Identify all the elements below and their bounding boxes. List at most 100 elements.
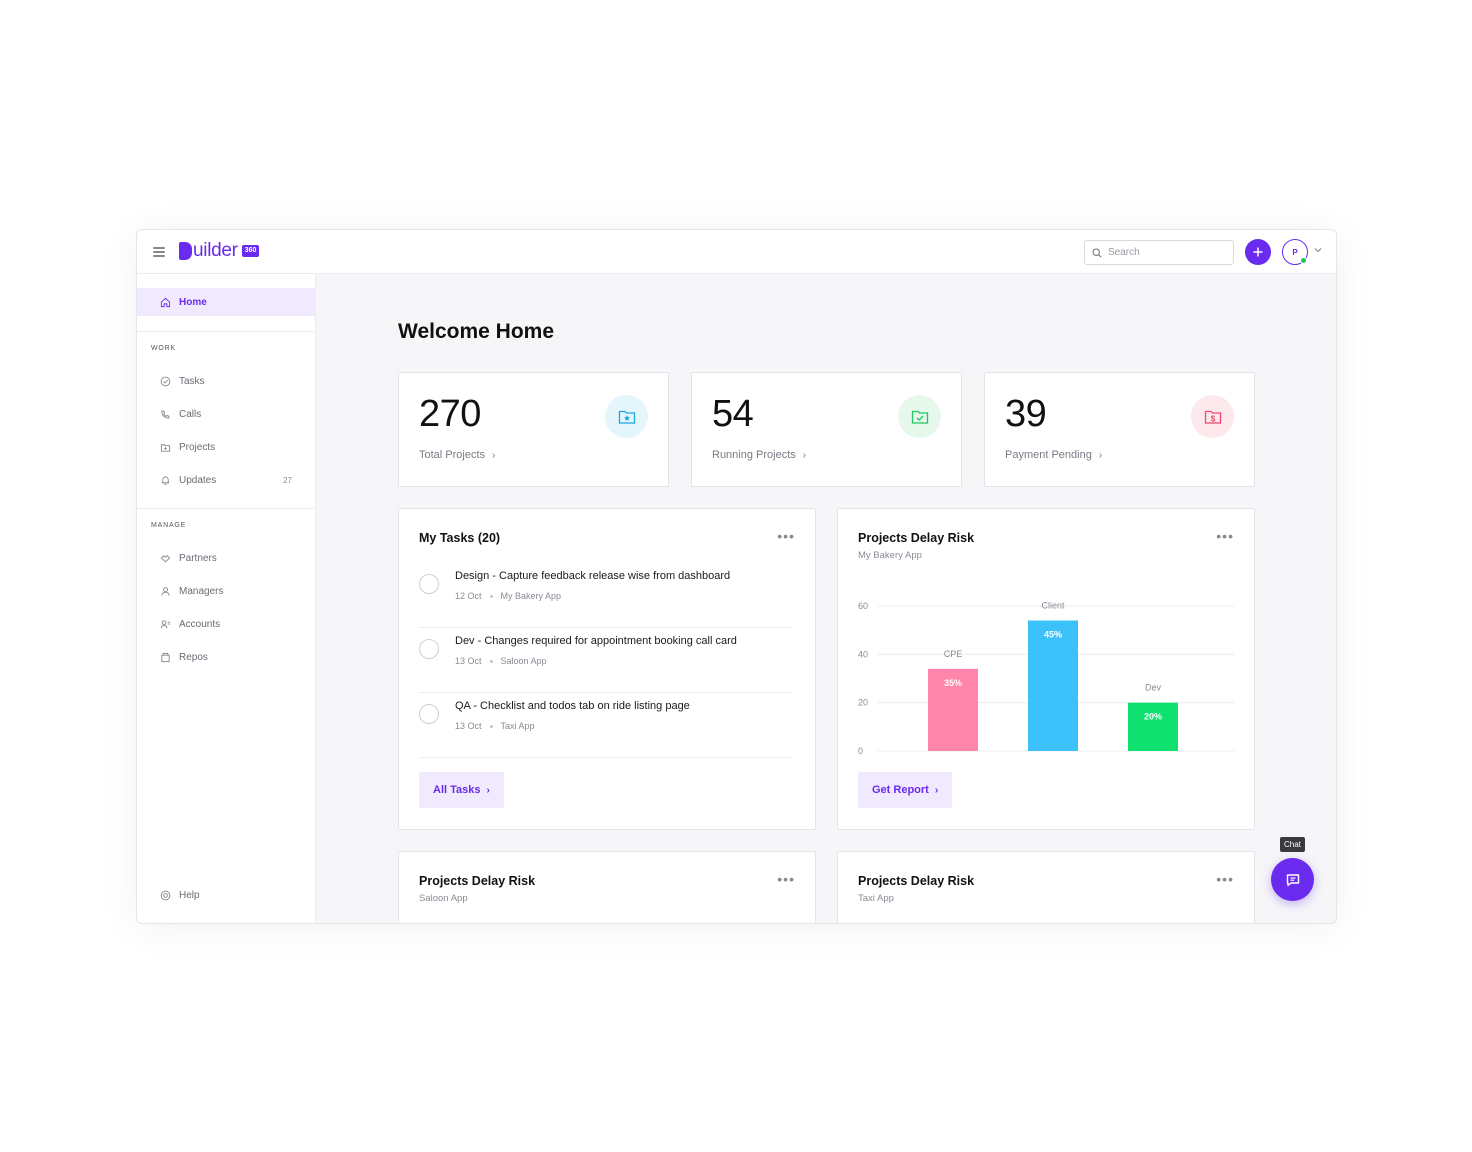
task-checkbox[interactable] <box>419 574 439 594</box>
stat-card-running-projects[interactable]: 54 Running Projects › <box>691 372 962 487</box>
sidebar-item-label: Projects <box>179 441 216 453</box>
card-title: Projects Delay Risk <box>419 874 536 888</box>
add-button[interactable] <box>1245 239 1271 265</box>
task-meta: 13 Oct Saloon App <box>455 656 547 666</box>
stat-card-payment-pending[interactable]: 39 $ Payment Pending › <box>984 372 1255 487</box>
folder-dollar-icon: $ <box>1191 395 1234 438</box>
chat-button[interactable] <box>1271 858 1314 901</box>
stat-label: Payment Pending <box>1005 449 1092 461</box>
get-report-button[interactable]: Get Report › <box>858 772 953 808</box>
category-label: Dev <box>1145 683 1162 693</box>
payment-pending-link[interactable]: Payment Pending › <box>1005 449 1102 461</box>
help-icon <box>160 890 171 900</box>
brand-badge: 360 <box>241 245 260 257</box>
chevron-right-icon: › <box>1098 449 1103 461</box>
menu-icon[interactable] <box>153 247 165 257</box>
card-subtitle: Taxi App <box>858 893 894 904</box>
users-icon <box>160 619 171 628</box>
separator-dot <box>489 594 493 598</box>
sidebar-item-label: Updates <box>179 474 217 486</box>
stat-label: Total Projects <box>419 449 486 461</box>
brand-name: uilder <box>193 240 238 261</box>
task-meta: 12 Oct My Bakery App <box>455 591 561 601</box>
sidebar-item-partners[interactable]: Partners <box>160 549 300 567</box>
card-subtitle: Saloon App <box>419 893 468 904</box>
data-label: 20% <box>1144 712 1162 722</box>
chat-tooltip: Chat <box>1280 837 1305 852</box>
folder-star-icon <box>605 395 648 438</box>
task-meta: 13 Oct Taxi App <box>455 721 535 731</box>
task-item[interactable]: QA - Checklist and todos tab on ride lis… <box>419 693 793 758</box>
sidebar-item-label: Home <box>179 296 207 308</box>
task-date: 12 Oct <box>455 591 482 601</box>
sidebar-item-label: Partners <box>179 552 217 564</box>
stat-value: 270 <box>419 393 481 435</box>
task-date: 13 Oct <box>455 721 482 731</box>
chevron-right-icon: › <box>802 449 807 461</box>
task-item[interactable]: Dev - Changes required for appointment b… <box>419 628 793 693</box>
search-box[interactable] <box>1084 240 1234 265</box>
sidebar-item-calls[interactable]: Calls <box>160 405 300 423</box>
delay-risk-chart: 0 20 40 60 CPE 35% Client 45% Dev 20% <box>858 601 1234 756</box>
delay-risk-card-saloon: Projects Delay Risk Saloon App ••• <box>398 851 816 923</box>
chevron-right-icon: › <box>486 784 490 796</box>
data-label: 35% <box>944 678 962 688</box>
divider <box>137 331 315 332</box>
sidebar-item-label: Repos <box>179 651 208 663</box>
sidebar-item-label: Help <box>179 889 200 901</box>
y-tick-label: 40 <box>858 649 868 659</box>
chat-icon <box>1286 873 1299 886</box>
sidebar-item-help[interactable]: Help <box>160 886 300 904</box>
task-title: QA - Checklist and todos tab on ride lis… <box>455 700 690 712</box>
running-projects-link[interactable]: Running Projects › <box>712 449 806 461</box>
search-icon <box>1092 247 1102 258</box>
sidebar-item-home[interactable]: Home <box>137 288 315 316</box>
folder-check-icon <box>898 395 941 438</box>
task-checkbox[interactable] <box>419 704 439 724</box>
section-title-manage: MANAGE <box>151 522 187 529</box>
chevron-down-icon[interactable] <box>1314 247 1322 253</box>
more-options-icon[interactable]: ••• <box>777 529 795 543</box>
total-projects-link[interactable]: Total Projects › <box>419 449 495 461</box>
sidebar-item-updates[interactable]: Updates 27 <box>160 471 300 489</box>
task-item[interactable]: Design - Capture feedback release wise f… <box>419 563 793 628</box>
stat-card-total-projects[interactable]: 270 Total Projects › <box>398 372 669 487</box>
svg-text:$: $ <box>1210 414 1215 423</box>
divider <box>137 508 315 509</box>
sidebar-item-projects[interactable]: Projects <box>160 438 300 456</box>
sidebar-item-label: Accounts <box>179 618 221 630</box>
more-options-icon[interactable]: ••• <box>777 872 795 886</box>
stat-value: 39 <box>1005 393 1047 435</box>
bar <box>1028 620 1078 751</box>
task-title: Dev - Changes required for appointment b… <box>455 635 737 647</box>
my-tasks-card: My Tasks (20) ••• Design - Capture feedb… <box>398 508 816 830</box>
all-tasks-button[interactable]: All Tasks › <box>419 772 504 808</box>
card-title: My Tasks (20) <box>419 531 501 545</box>
online-status-dot <box>1300 257 1307 264</box>
bar <box>1128 702 1178 751</box>
button-label: Get Report <box>872 784 929 796</box>
plus-icon <box>1253 247 1263 257</box>
sidebar-item-repos[interactable]: Repos <box>160 648 300 666</box>
sidebar-item-label: Calls <box>179 408 202 420</box>
task-project: Taxi App <box>500 721 535 731</box>
task-checkbox[interactable] <box>419 639 439 659</box>
folder-icon <box>160 443 171 452</box>
chevron-right-icon: › <box>492 449 496 461</box>
button-label: All Tasks <box>433 784 481 796</box>
search-input[interactable] <box>1108 247 1218 258</box>
sidebar-item-tasks[interactable]: Tasks <box>160 372 300 390</box>
check-circle-icon <box>160 376 171 386</box>
task-project: My Bakery App <box>500 591 562 601</box>
task-title: Design - Capture feedback release wise f… <box>455 570 731 582</box>
main-content: Welcome Home 270 Total Projects › 54 Runn… <box>316 274 1336 923</box>
more-options-icon[interactable]: ••• <box>1216 872 1234 886</box>
sidebar-item-managers[interactable]: Managers <box>160 582 300 600</box>
phone-icon <box>161 409 170 419</box>
sidebar-item-accounts[interactable]: Accounts <box>160 615 300 633</box>
brand-logo[interactable]: uilder 360 <box>179 240 260 261</box>
sidebar-item-label: Managers <box>179 585 224 597</box>
data-label: 45% <box>1044 630 1062 640</box>
page-title: Welcome Home <box>398 320 554 343</box>
user-icon <box>161 586 170 596</box>
